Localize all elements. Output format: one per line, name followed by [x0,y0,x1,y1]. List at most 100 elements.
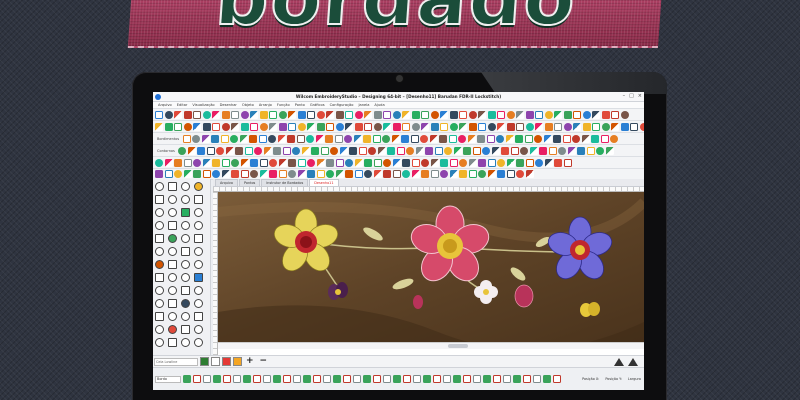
toolbar-button-icon[interactable] [411,110,420,119]
menu-item[interactable]: Ajuda [374,103,384,107]
toolbar-button-icon[interactable] [373,110,382,119]
toolbar-button-icon[interactable] [486,134,495,143]
toolbar-button-icon[interactable] [430,110,439,119]
plus-icon[interactable]: + [244,357,256,366]
left-tool-icon[interactable] [168,247,177,256]
toolbar-button-icon[interactable] [497,122,505,131]
toolbar-button-icon[interactable] [506,122,515,131]
toolbar-button-icon[interactable] [421,170,429,178]
toolbar-button-icon[interactable] [449,110,458,119]
toolbar-button-icon[interactable] [601,110,610,119]
bottom-tool-icon[interactable] [323,375,331,383]
left-tool-icon[interactable] [181,273,190,282]
toolbar-button-icon[interactable] [421,110,429,119]
toolbar-button-icon[interactable] [316,122,325,131]
toolbar-button-icon[interactable] [178,146,187,155]
toolbar-button-icon[interactable] [254,146,263,155]
toolbar-button-icon[interactable] [202,170,211,178]
left-tool-icon[interactable] [194,182,203,191]
bottom-tool-icon[interactable] [413,375,421,383]
toolbar-button-icon[interactable] [296,134,305,143]
toolbar-button-icon[interactable] [425,146,434,155]
left-tool-icon[interactable] [155,299,164,308]
toolbar-button-icon[interactable] [544,158,553,167]
toolbar-button-icon[interactable] [183,170,192,178]
toolbar-button-icon[interactable] [288,158,296,167]
toolbar-button-icon[interactable] [345,170,353,178]
toolbar-button-icon[interactable] [187,146,196,155]
toolbar-button-icon[interactable] [529,146,538,155]
toolbar-button-icon[interactable] [221,170,230,178]
toolbar-button-icon[interactable] [325,134,334,143]
toolbar-button-icon[interactable] [301,146,310,155]
toolbar-button-icon[interactable] [282,146,291,155]
toolbar-button-icon[interactable] [259,122,268,131]
toolbar-button-icon[interactable] [373,158,382,167]
left-tool-icon[interactable] [181,312,190,321]
toolbar-button-icon[interactable] [563,158,572,167]
left-tool-icon[interactable] [194,234,203,243]
toolbar-button-icon[interactable] [202,122,211,131]
toolbar-button-icon[interactable] [368,146,377,155]
left-tool-icon[interactable] [194,260,203,269]
left-tool-icon[interactable] [155,182,164,191]
toolbar-button-icon[interactable] [497,158,505,167]
toolbar-button-icon[interactable] [278,122,287,131]
toolbar-button-icon[interactable] [392,170,401,178]
left-tool-icon[interactable] [168,234,177,243]
bottom-tool-icon[interactable] [273,375,281,383]
toolbar-button-icon[interactable] [364,122,372,131]
left-tool-icon[interactable] [168,273,177,282]
toolbar-button-icon[interactable] [197,146,206,155]
toolbar-button-icon[interactable] [311,146,320,155]
toolbar-button-icon[interactable] [562,134,571,143]
toolbar-button-icon[interactable] [553,134,562,143]
toolbar-button-icon[interactable] [231,110,239,119]
bottom-tool-icon[interactable] [253,375,261,383]
left-tool-icon[interactable] [168,260,177,269]
toolbar-button-icon[interactable] [212,158,220,167]
toolbar-button-icon[interactable] [326,158,334,167]
toolbar-button-icon[interactable] [220,134,229,143]
toolbar-button-icon[interactable] [402,110,410,119]
toolbar-button-icon[interactable] [458,134,467,143]
toolbar-button-icon[interactable] [164,158,173,167]
toolbar-button-icon[interactable] [193,122,201,131]
toolbar-button-icon[interactable] [344,134,353,143]
toolbar-button-icon[interactable] [201,134,210,143]
left-tool-icon[interactable] [155,195,164,204]
toolbar-button-icon[interactable] [434,146,443,155]
toolbar-button-icon[interactable] [577,146,586,155]
bottom-tool-icon[interactable] [483,375,491,383]
bottom-tool-icon[interactable] [513,375,521,383]
bottom-tool-icon[interactable] [393,375,401,383]
toolbar-button-icon[interactable] [639,122,644,131]
toolbar-button-icon[interactable] [544,110,553,119]
left-tool-icon[interactable] [194,312,203,321]
toolbar-button-icon[interactable] [315,134,324,143]
left-tool-icon[interactable] [194,247,203,256]
toolbar-button-icon[interactable] [335,170,344,178]
toolbar-button-icon[interactable] [601,122,610,131]
toolbar-button-icon[interactable] [382,134,391,143]
toolbar-button-icon[interactable] [392,122,401,131]
toolbar-button-icon[interactable] [586,146,595,155]
left-tool-icon[interactable] [168,221,177,230]
toolbar-button-icon[interactable] [174,110,182,119]
toolbar-button-icon[interactable] [221,158,230,167]
toolbar-button-icon[interactable] [192,134,201,143]
bottom-tool-icon[interactable] [303,375,311,383]
toolbar-button-icon[interactable] [202,110,211,119]
toolbar-button-icon[interactable] [516,122,524,131]
toolbar-button-icon[interactable] [468,158,477,167]
toolbar-button-icon[interactable] [620,110,629,119]
toolbar-button-icon[interactable] [193,110,201,119]
toolbar-button-icon[interactable] [354,110,363,119]
toolbar-button-icon[interactable] [525,110,534,119]
toolbar-button-icon[interactable] [164,110,173,119]
bottom-tool-icon[interactable] [213,375,221,383]
stitch-type-field[interactable]: Bordo [155,375,181,383]
left-tool-icon[interactable] [194,208,203,217]
left-tool-icon[interactable] [155,312,164,321]
toolbar-button-icon[interactable] [478,122,486,131]
